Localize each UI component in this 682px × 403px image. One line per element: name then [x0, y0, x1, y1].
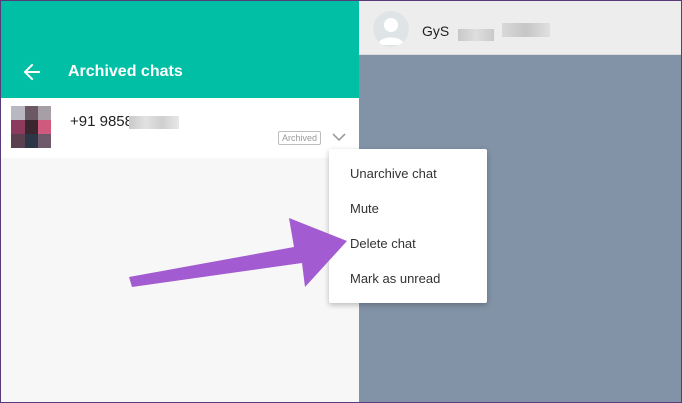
chat-list-item[interactable]	[1, 98, 359, 158]
conversation-header[interactable]: GyS	[359, 1, 681, 55]
menu-item-mark-as-unread[interactable]: Mark as unread	[329, 261, 487, 296]
chevron-down-icon[interactable]	[332, 132, 346, 142]
sidebar: Archived chats +91 9858 Archived	[1, 1, 359, 402]
redacted-text	[458, 29, 494, 41]
app-window: Archived chats +91 9858 Archived GyS Una…	[0, 0, 682, 403]
avatar	[11, 106, 51, 148]
default-user-icon	[378, 18, 404, 45]
chat-name: +91 9858	[70, 113, 133, 130]
redacted-number	[129, 116, 179, 129]
chat-context-menu: Unarchive chat Mute Delete chat Mark as …	[329, 149, 487, 303]
menu-item-mute[interactable]: Mute	[329, 191, 487, 226]
archived-header: Archived chats	[1, 1, 359, 98]
arrow-left-icon[interactable]	[21, 61, 43, 83]
page-title: Archived chats	[68, 63, 183, 80]
menu-item-delete-chat[interactable]: Delete chat	[329, 226, 487, 261]
menu-item-unarchive-chat[interactable]: Unarchive chat	[329, 156, 487, 191]
archived-badge: Archived	[278, 131, 322, 145]
contact-name: GyS	[422, 23, 450, 39]
redacted-text	[502, 23, 550, 37]
contact-avatar[interactable]	[373, 11, 409, 47]
